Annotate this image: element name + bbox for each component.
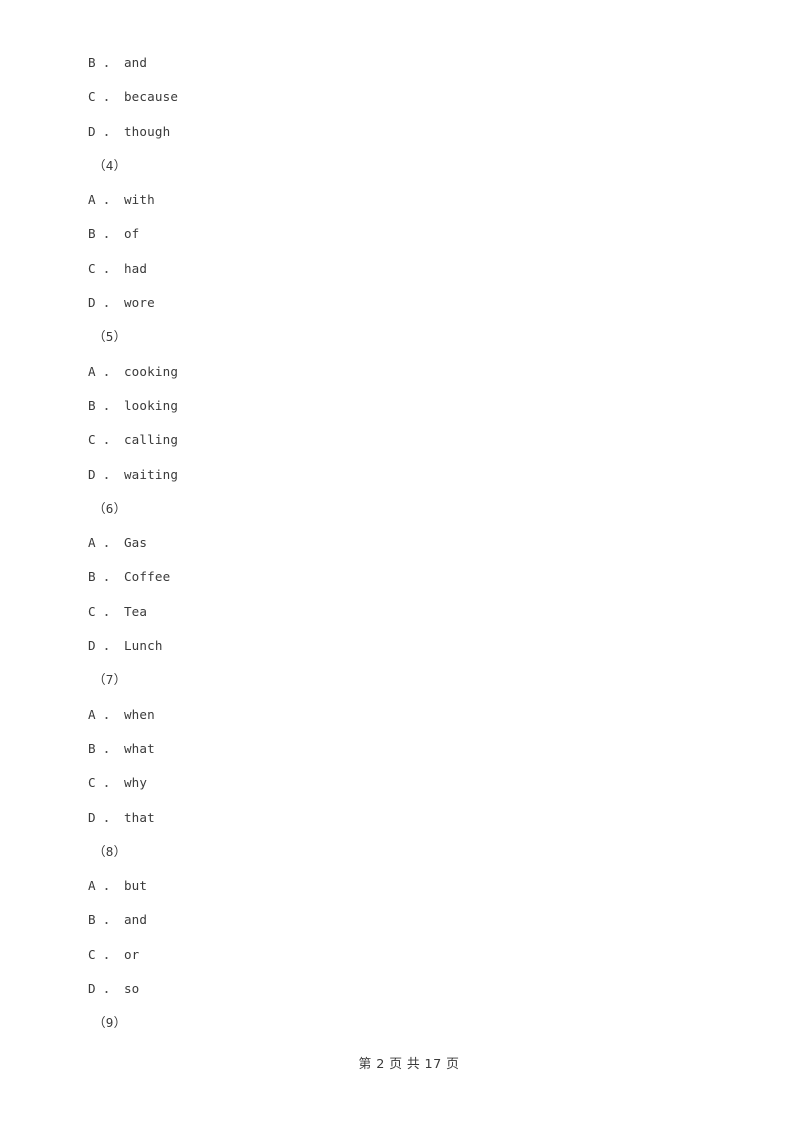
option-line: A ． Gas [88,535,148,551]
option-line: D ． so [88,981,140,997]
option-line: B ． what [88,740,155,756]
page-footer: 第 2 页 共 17 页 [0,1032,800,1098]
option-line: B ． and [88,912,148,928]
option-line: C ． or [88,946,140,962]
option-line: D ． Lunch [88,638,163,654]
option-line: A ． cooking [88,363,179,379]
question-number: （5） [93,329,127,345]
option-line: D ． that [88,809,155,825]
question-number: （8） [93,843,127,859]
option-line: D ． waiting [88,466,179,482]
option-line: C ． because [88,89,179,105]
question-number: （4） [93,157,127,173]
option-line: B ． looking [88,397,179,413]
option-line: B ． Coffee [88,569,171,585]
question-number: （6） [93,500,127,516]
option-line: B ． of [88,226,140,242]
option-line: A ． with [88,192,155,208]
option-line: C ． why [88,775,148,791]
question-number: （7） [93,672,127,688]
option-line: A ． when [88,706,155,722]
option-line: A ． but [88,878,148,894]
option-line: C ． had [88,260,148,276]
option-line: D ． though [88,123,171,139]
document-page: B ． and C ． because D ． though （4） A ． with B… [0,0,800,1132]
option-line: C ． Tea [88,603,148,619]
page-number-label: 第 2 页 共 17 页 [358,1057,460,1072]
option-line: D ． wore [88,295,155,311]
option-line: C ． calling [88,432,179,448]
question-options-list: B ． and C ． because D ． though （4） A ． with B… [88,46,728,1041]
option-line: B ． and [88,55,148,70]
